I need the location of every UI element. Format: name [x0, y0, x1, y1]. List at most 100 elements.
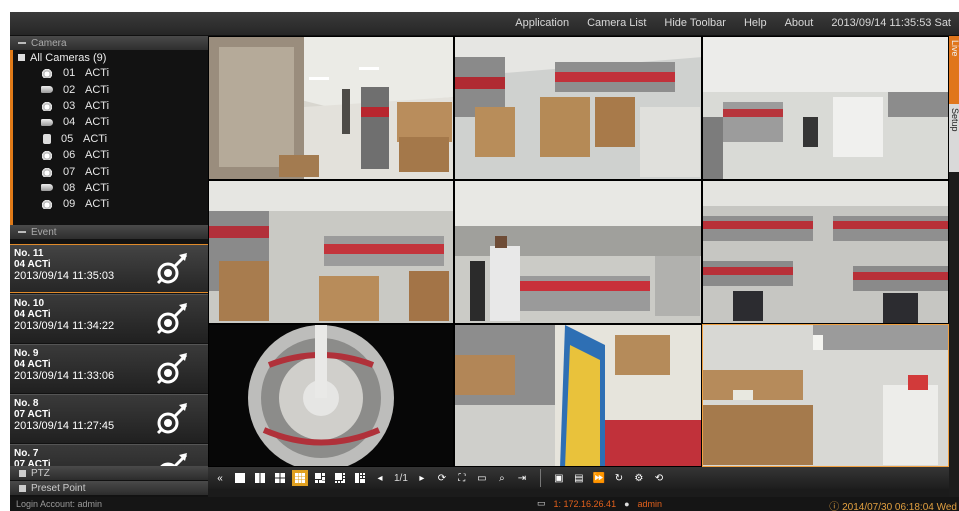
- refresh-icon[interactable]: ↻: [613, 472, 625, 484]
- camera-item[interactable]: 08 ACTi: [16, 180, 208, 196]
- menu-application[interactable]: Application: [515, 17, 569, 29]
- camera-feed-image: [455, 37, 701, 179]
- event-item[interactable]: No. 10 04 ACTi 2013/09/14 11:34:22: [10, 294, 208, 343]
- dome-camera-icon: [41, 199, 53, 210]
- camera-item[interactable]: 03 ACTi: [16, 98, 208, 114]
- menu-help[interactable]: Help: [744, 17, 767, 29]
- event-section-header[interactable]: Event: [10, 225, 208, 239]
- snapshot-icon[interactable]: ▣: [553, 472, 565, 484]
- user-icon: ●: [624, 498, 630, 509]
- dome-camera-icon: [41, 68, 53, 79]
- camera-item[interactable]: 09 ACTi: [16, 196, 208, 212]
- camera-item[interactable]: 07 ACTi: [16, 163, 208, 179]
- link-icon[interactable]: [154, 301, 190, 337]
- playback-icon[interactable]: ⏩: [593, 472, 605, 484]
- video-tile-1[interactable]: [208, 36, 454, 180]
- status-datetime-text: 2014/07/30 06:18:04 Wed: [842, 502, 957, 511]
- layout-9-icon[interactable]: [292, 470, 308, 486]
- left-panel: Camera All Cameras (9) 01 ACTi 02 ACTi 03 ACT…: [10, 36, 208, 497]
- video-tile-4[interactable]: [208, 180, 454, 324]
- camera-name: ACTi: [85, 99, 110, 112]
- bullet-camera-icon: [41, 86, 53, 94]
- tab-live[interactable]: Live: [949, 36, 959, 104]
- status-datetime: ⓘ 2014/07/30 06:18:04 Wed: [829, 502, 957, 511]
- camera-name: ACTi: [85, 149, 110, 162]
- monitor-icon: ▭: [537, 498, 546, 508]
- camera-number: 01: [63, 67, 76, 80]
- camera-section-title: Camera: [31, 37, 67, 49]
- camera-feed-image: [455, 181, 701, 323]
- video-tile-3[interactable]: [702, 36, 949, 180]
- ptz-camera-icon: [43, 133, 51, 144]
- layout-10-icon[interactable]: [354, 472, 366, 484]
- camera-item[interactable]: 04 ACTi: [16, 114, 208, 130]
- event-item[interactable]: No. 11 04 ACTi 2013/09/14 11:35:03: [10, 244, 208, 293]
- menu-hide-toolbar[interactable]: Hide Toolbar: [664, 17, 726, 29]
- event-item[interactable]: No. 9 04 ACTi 2013/09/14 11:33:06: [10, 344, 208, 393]
- fullscreen-icon[interactable]: ⛶: [456, 472, 468, 484]
- video-tile-8[interactable]: [454, 324, 702, 467]
- camera-number: 03: [63, 99, 76, 112]
- layout-1-icon[interactable]: [234, 472, 246, 484]
- camera-tree: All Cameras (9) 01 ACTi 02 ACTi 03 ACTi 04 ACTi…: [10, 50, 208, 225]
- page-indicator: 1/1: [394, 472, 408, 484]
- video-tile-6[interactable]: [702, 180, 949, 324]
- tree-root-all-cameras[interactable]: All Cameras (9): [16, 50, 208, 65]
- expand-box-icon: [19, 469, 26, 477]
- box-camera-icon: [41, 118, 53, 126]
- camera-number: 02: [63, 83, 76, 96]
- camera-section-header[interactable]: Camera: [10, 36, 208, 50]
- server-address: 1: 172.16.26.41: [553, 498, 617, 509]
- menu-camera-list[interactable]: Camera List: [587, 17, 646, 29]
- collapse-box-icon: [18, 54, 25, 61]
- camera-name: ACTi: [85, 181, 110, 194]
- event-list: No. 11 04 ACTi 2013/09/14 11:35:03 No. 10 04…: [10, 244, 208, 493]
- prev-page-icon[interactable]: ◂: [374, 472, 386, 484]
- camera-feed-image: [703, 181, 948, 323]
- link-icon[interactable]: [154, 401, 190, 437]
- collapse-icon: [18, 231, 26, 233]
- settings-icon[interactable]: ⚙: [633, 472, 645, 484]
- menu-about[interactable]: About: [785, 17, 814, 29]
- camera-feed-image: [209, 181, 453, 323]
- link-icon[interactable]: [154, 251, 190, 287]
- preset-point-label: Preset Point: [31, 482, 86, 494]
- tab-setup-label: Setup: [950, 108, 959, 132]
- camera-name: ACTi: [85, 198, 110, 211]
- video-tile-9[interactable]: [702, 324, 949, 467]
- link-icon[interactable]: [154, 351, 190, 387]
- sequence-icon[interactable]: ⟳: [436, 472, 448, 484]
- camera-name: ACTi: [83, 132, 108, 145]
- nvr-client-window: Application Camera List Hide Toolbar Hel…: [10, 12, 959, 511]
- layout-8-icon[interactable]: [334, 472, 346, 484]
- layout-6-icon[interactable]: [314, 472, 326, 484]
- reconnect-icon[interactable]: ⟲: [653, 472, 665, 484]
- camera-item[interactable]: 06 ACTi: [16, 147, 208, 163]
- next-page-icon[interactable]: ▸: [416, 472, 428, 484]
- layout-2-icon[interactable]: [254, 472, 266, 484]
- camera-number: 08: [63, 181, 76, 194]
- search-icon[interactable]: ⌕: [496, 472, 508, 484]
- camera-item[interactable]: 05 ACTi: [16, 131, 208, 147]
- current-user: admin: [637, 498, 663, 509]
- event-item[interactable]: No. 8 07 ACTi 2013/09/14 11:27:45: [10, 394, 208, 443]
- status-bar: Login Account: admin ▭ 1: 172.16.26.41 ●…: [10, 497, 959, 511]
- camera-item[interactable]: 01 ACTi: [16, 65, 208, 81]
- video-tile-5[interactable]: [454, 180, 702, 324]
- tab-live-label: Live: [950, 40, 959, 57]
- preset-point-header[interactable]: Preset Point: [10, 481, 208, 496]
- dome-camera-icon: [41, 150, 53, 161]
- monitor-icon[interactable]: ▤: [573, 472, 585, 484]
- video-tile-2[interactable]: [454, 36, 702, 180]
- toolbar-divider: [539, 469, 541, 487]
- camera-number: 06: [63, 149, 76, 162]
- camera-item[interactable]: 02 ACTi: [16, 81, 208, 97]
- tab-setup[interactable]: Setup: [949, 104, 959, 172]
- fit-window-icon[interactable]: ▭: [476, 472, 488, 484]
- camera-name: ACTi: [85, 67, 110, 80]
- collapse-panel-icon[interactable]: «: [214, 472, 226, 484]
- video-tile-7[interactable]: [208, 324, 454, 467]
- layout-4-icon[interactable]: [274, 472, 286, 484]
- ptz-header[interactable]: PTZ: [10, 466, 208, 481]
- exit-icon[interactable]: ⇥: [516, 472, 528, 484]
